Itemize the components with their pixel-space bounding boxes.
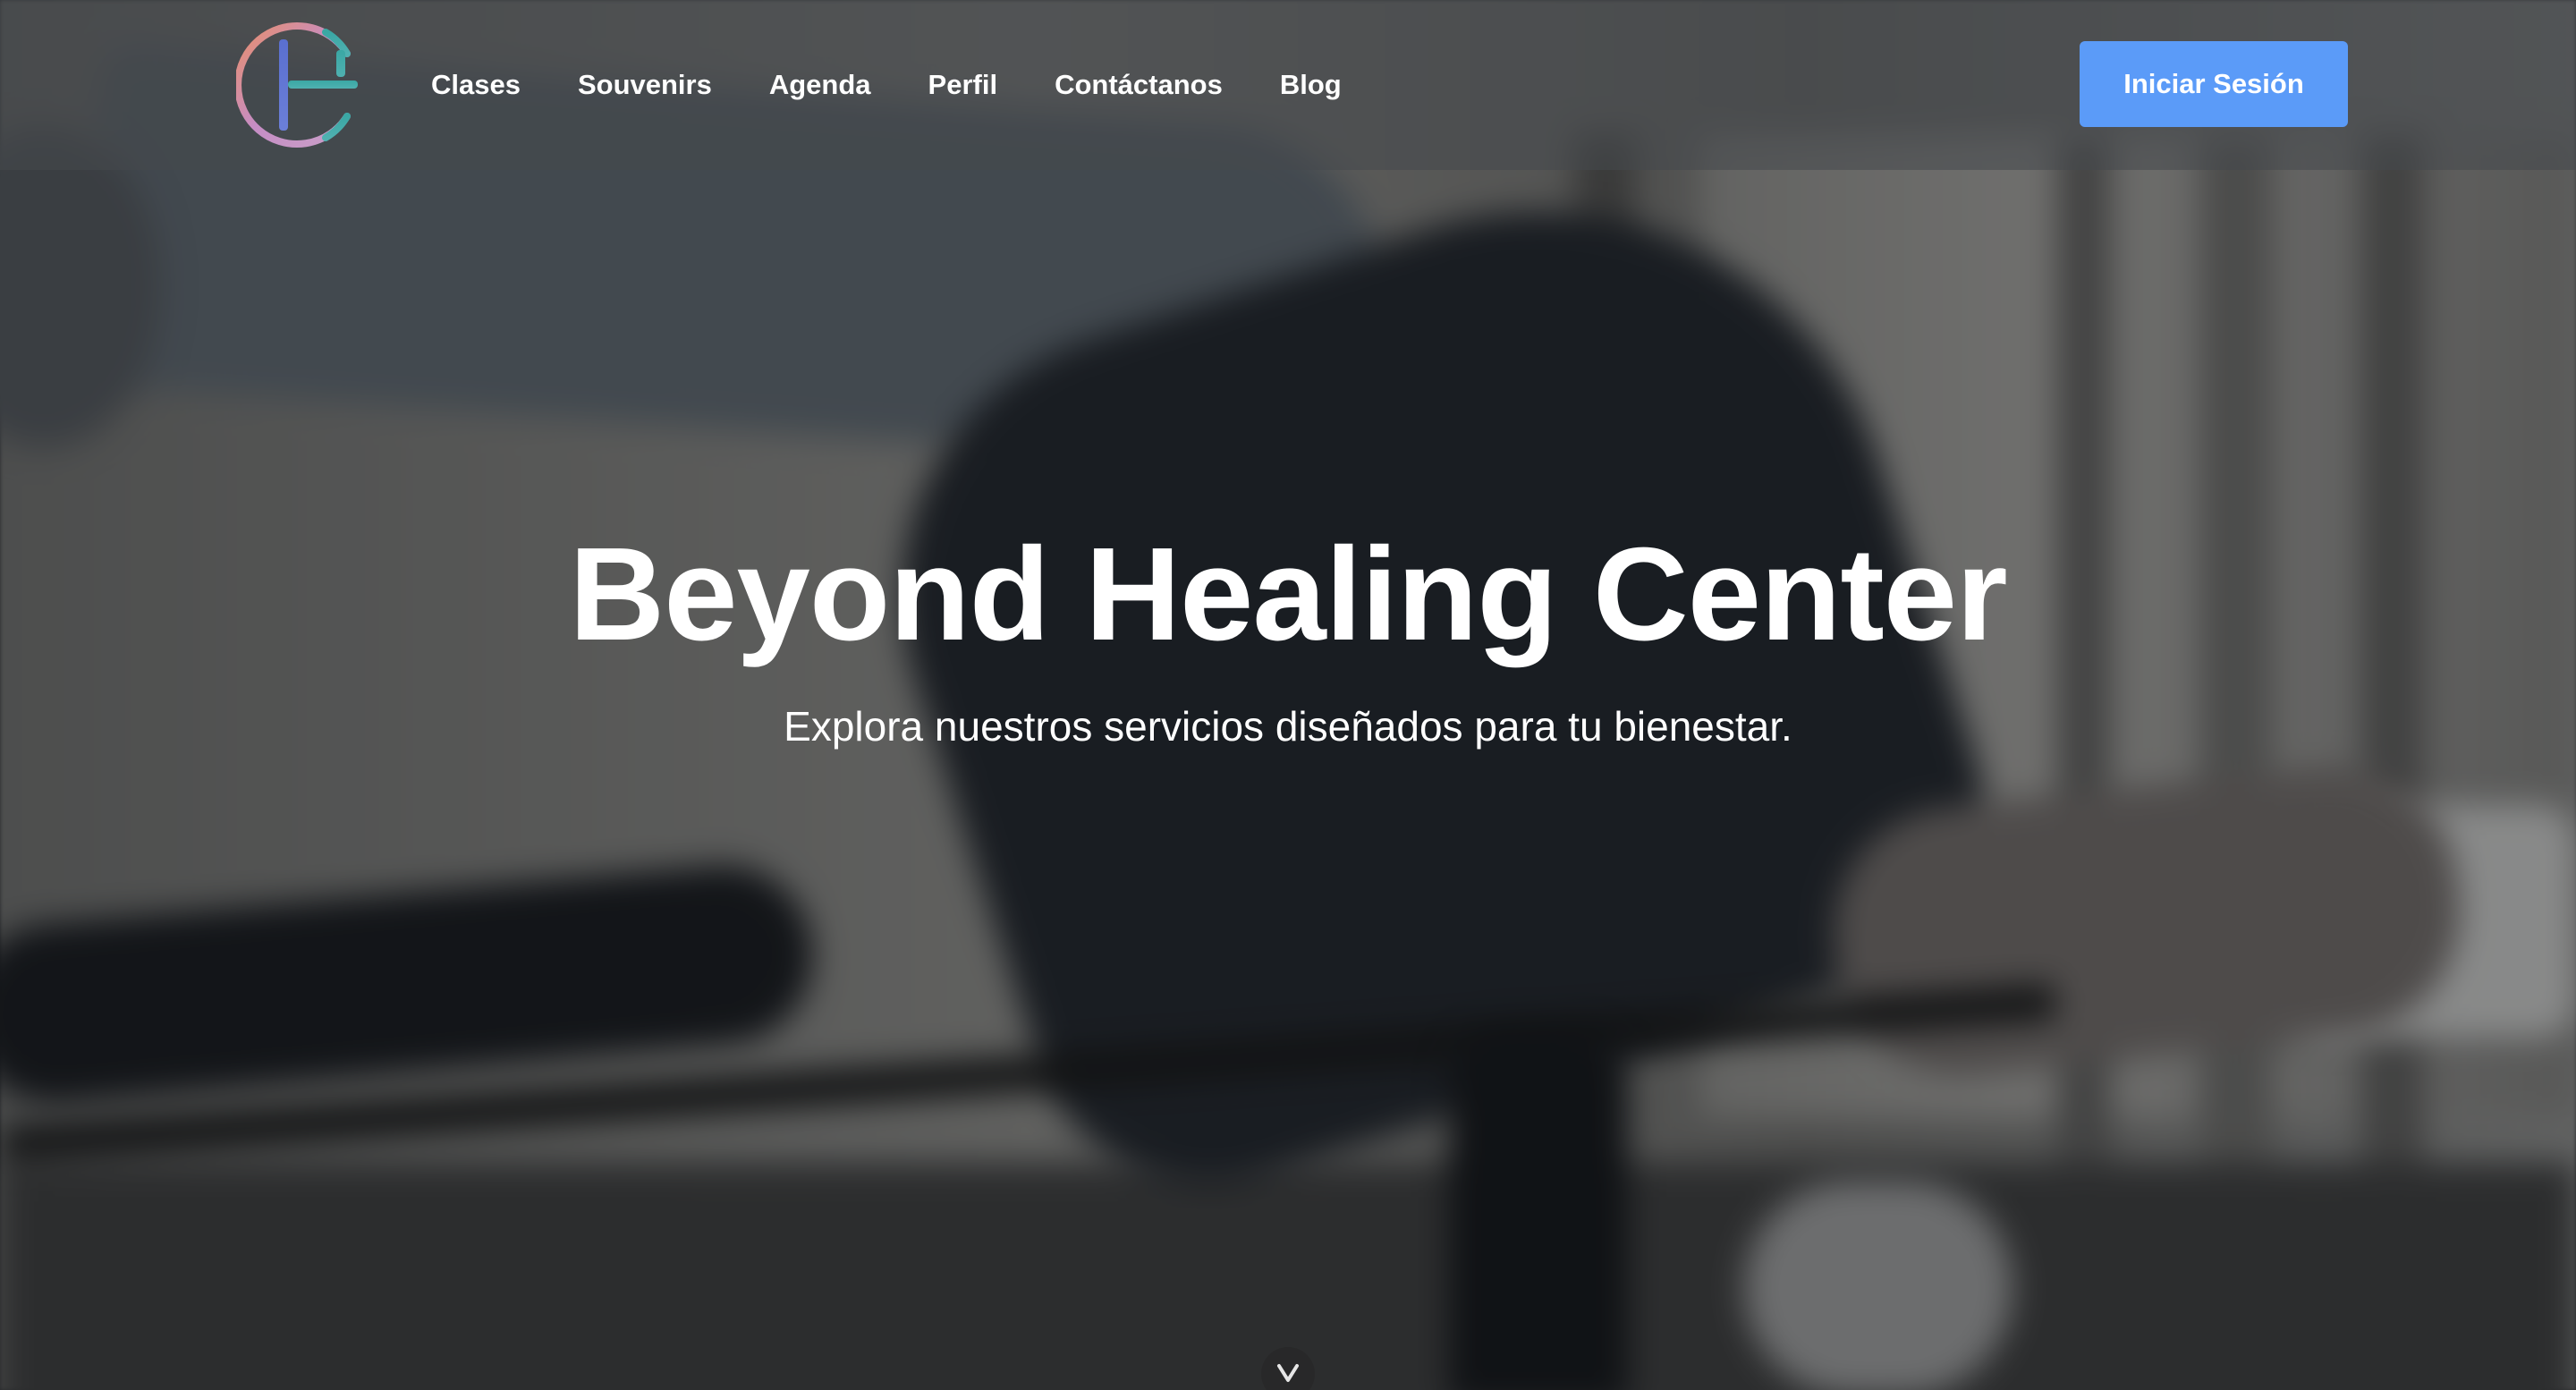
nav-link-perfil[interactable]: Perfil bbox=[928, 69, 998, 101]
hero-overlay bbox=[0, 0, 2576, 1390]
nav-links: Clases Souvenirs Agenda Perfil Contáctan… bbox=[431, 0, 1399, 170]
hero-title: Beyond Healing Center bbox=[569, 521, 2007, 668]
page: Clases Souvenirs Agenda Perfil Contáctan… bbox=[0, 0, 2576, 1390]
chevron-down-icon bbox=[1277, 1364, 1299, 1382]
nav-link-souvenirs[interactable]: Souvenirs bbox=[578, 69, 712, 101]
nav-link-agenda[interactable]: Agenda bbox=[769, 69, 871, 101]
brand-logo-icon[interactable] bbox=[234, 20, 367, 150]
top-navbar: Clases Souvenirs Agenda Perfil Contáctan… bbox=[0, 0, 2576, 170]
nav-link-contactanos[interactable]: Contáctanos bbox=[1055, 69, 1223, 101]
login-button[interactable]: Iniciar Sesión bbox=[2080, 41, 2348, 127]
nav-link-clases[interactable]: Clases bbox=[431, 69, 521, 101]
nav-link-blog[interactable]: Blog bbox=[1280, 69, 1342, 101]
hero-subtitle: Explora nuestros servicios diseñados par… bbox=[784, 703, 1792, 750]
